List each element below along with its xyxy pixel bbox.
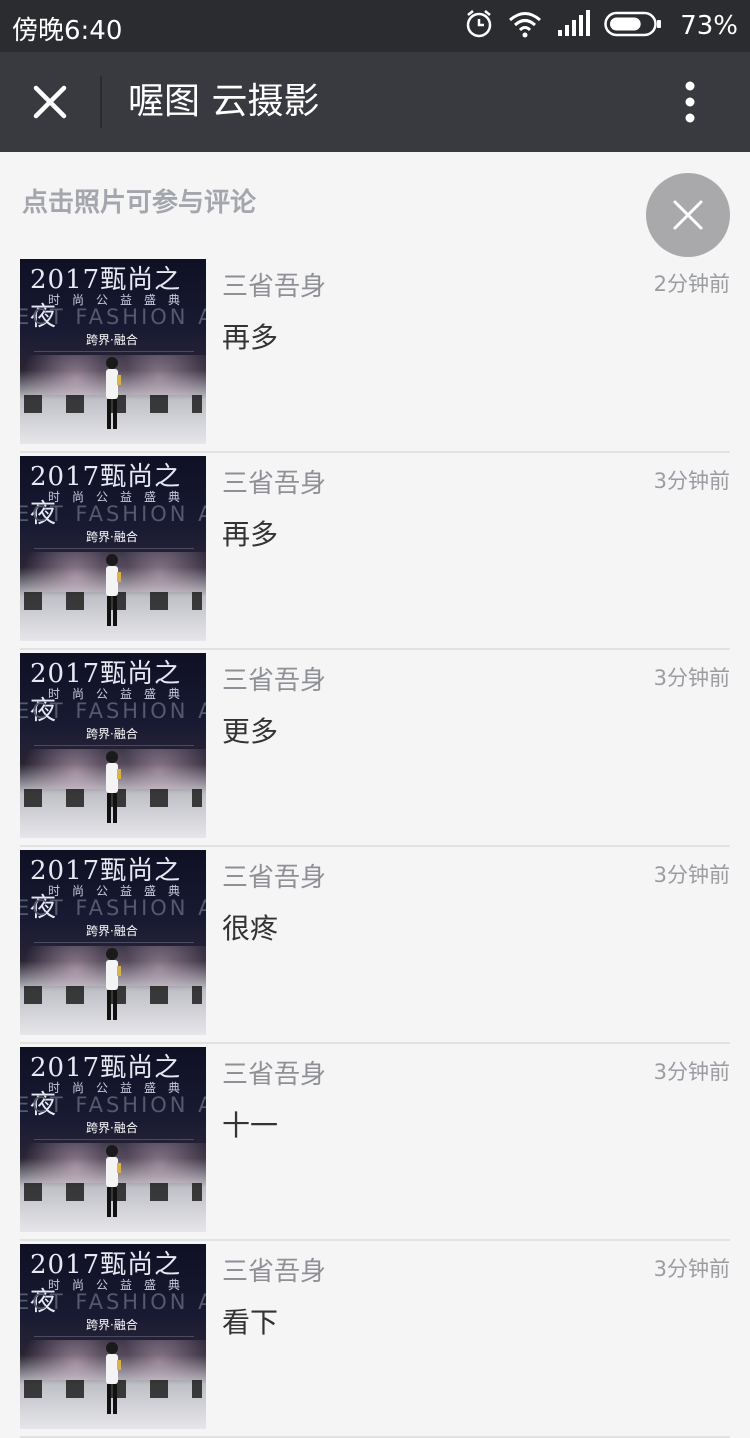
comment-text: 更多: [222, 715, 279, 748]
photo-thumbnail[interactable]: 2017甄尚之夜 时尚公益盛典 ECT FASHION AWA 跨界·融合: [20, 456, 206, 641]
thumbnail-person: [106, 1342, 121, 1414]
status-icons: 73%: [464, 8, 738, 44]
list-item[interactable]: 2017甄尚之夜 时尚公益盛典 ECT FASHION AWA 跨界·融合 三省…: [0, 1241, 750, 1438]
comment-hint: 点击照片可参与评论: [22, 188, 257, 218]
thumbnail-motto: 跨界·融合: [86, 727, 138, 741]
comment-username: 三省吾身: [222, 1257, 327, 1287]
list-item[interactable]: 2017甄尚之夜 时尚公益盛典 ECT FASHION AWA 跨界·融合 三省…: [0, 1044, 750, 1241]
thumbnail-band-text: ECT FASHION AWA: [20, 1093, 206, 1117]
comment-text: 看下: [222, 1306, 279, 1339]
thumbnail-motto: 跨界·融合: [86, 924, 138, 938]
photo-thumbnail[interactable]: 2017甄尚之夜 时尚公益盛典 ECT FASHION AWA 跨界·融合: [20, 1244, 206, 1429]
floating-close-button[interactable]: [646, 173, 730, 257]
thumbnail-motto: 跨界·融合: [86, 1121, 138, 1135]
list-item[interactable]: 2017甄尚之夜 时尚公益盛典 ECT FASHION AWA 跨界·融合 三省…: [0, 847, 750, 1044]
comment-timestamp: 3分钟前: [653, 469, 730, 493]
nav-divider: [100, 76, 102, 128]
thumbnail-band-text: ECT FASHION AWA: [20, 896, 206, 920]
comment-timestamp: 3分钟前: [653, 666, 730, 690]
list-item[interactable]: 2017甄尚之夜 时尚公益盛典 ECT FASHION AWA 跨界·融合 三省…: [0, 650, 750, 847]
more-vertical-icon[interactable]: [672, 80, 708, 124]
thumbnail-band-text: ECT FASHION AWA: [20, 699, 206, 723]
photo-thumbnail[interactable]: 2017甄尚之夜 时尚公益盛典 ECT FASHION AWA 跨界·融合: [20, 850, 206, 1035]
comment-timestamp: 2分钟前: [653, 272, 730, 296]
comment-timestamp: 3分钟前: [653, 863, 730, 887]
comment-username: 三省吾身: [222, 863, 327, 893]
comment-username: 三省吾身: [222, 272, 327, 302]
comment-timestamp: 3分钟前: [653, 1060, 730, 1084]
thumbnail-person: [106, 948, 121, 1020]
thumbnail-motto: 跨界·融合: [86, 333, 138, 347]
thumbnail-band-text: ECT FASHION AWA: [20, 1290, 206, 1314]
photo-thumbnail[interactable]: 2017甄尚之夜 时尚公益盛典 ECT FASHION AWA 跨界·融合: [20, 1047, 206, 1232]
thumbnail-band-text: ECT FASHION AWA: [20, 502, 206, 526]
status-bar: 傍晚6:40 73%: [0, 0, 750, 52]
comment-list: 2017甄尚之夜 时尚公益盛典 ECT FASHION AWA 跨界·融合 三省…: [0, 256, 750, 1438]
wifi-icon: [508, 10, 542, 42]
thumbnail-person: [106, 751, 121, 823]
battery-percent: 73%: [680, 11, 738, 41]
comment-text: 很疼: [222, 912, 279, 945]
list-item[interactable]: 2017甄尚之夜 时尚公益盛典 ECT FASHION AWA 跨界·融合 三省…: [0, 256, 750, 453]
comment-text: 再多: [222, 321, 279, 354]
photo-thumbnail[interactable]: 2017甄尚之夜 时尚公益盛典 ECT FASHION AWA 跨界·融合: [20, 653, 206, 838]
photo-thumbnail[interactable]: 2017甄尚之夜 时尚公益盛典 ECT FASHION AWA 跨界·融合: [20, 259, 206, 444]
alarm-icon: [464, 9, 494, 43]
comment-username: 三省吾身: [222, 469, 327, 499]
nav-bar: 喔图 云摄影: [0, 52, 750, 152]
thumbnail-motto: 跨界·融合: [86, 1318, 138, 1332]
status-time: 傍晚6:40: [12, 16, 123, 46]
comment-timestamp: 3分钟前: [653, 1257, 730, 1281]
signal-icon: [556, 10, 591, 42]
thumbnail-band-text: ECT FASHION AWA: [20, 305, 206, 329]
battery-icon: [604, 11, 662, 41]
thumbnail-person: [106, 1145, 121, 1217]
close-icon[interactable]: [30, 82, 70, 122]
thumbnail-motto: 跨界·融合: [86, 530, 138, 544]
thumbnail-person: [106, 357, 121, 429]
thumbnail-person: [106, 554, 121, 626]
comment-username: 三省吾身: [222, 666, 327, 696]
comment-text: 再多: [222, 518, 279, 551]
page-title: 喔图 云摄影: [128, 81, 320, 122]
comment-text: 十一: [222, 1109, 279, 1142]
list-item[interactable]: 2017甄尚之夜 时尚公益盛典 ECT FASHION AWA 跨界·融合 三省…: [0, 453, 750, 650]
close-icon: [673, 200, 703, 230]
comment-username: 三省吾身: [222, 1060, 327, 1090]
